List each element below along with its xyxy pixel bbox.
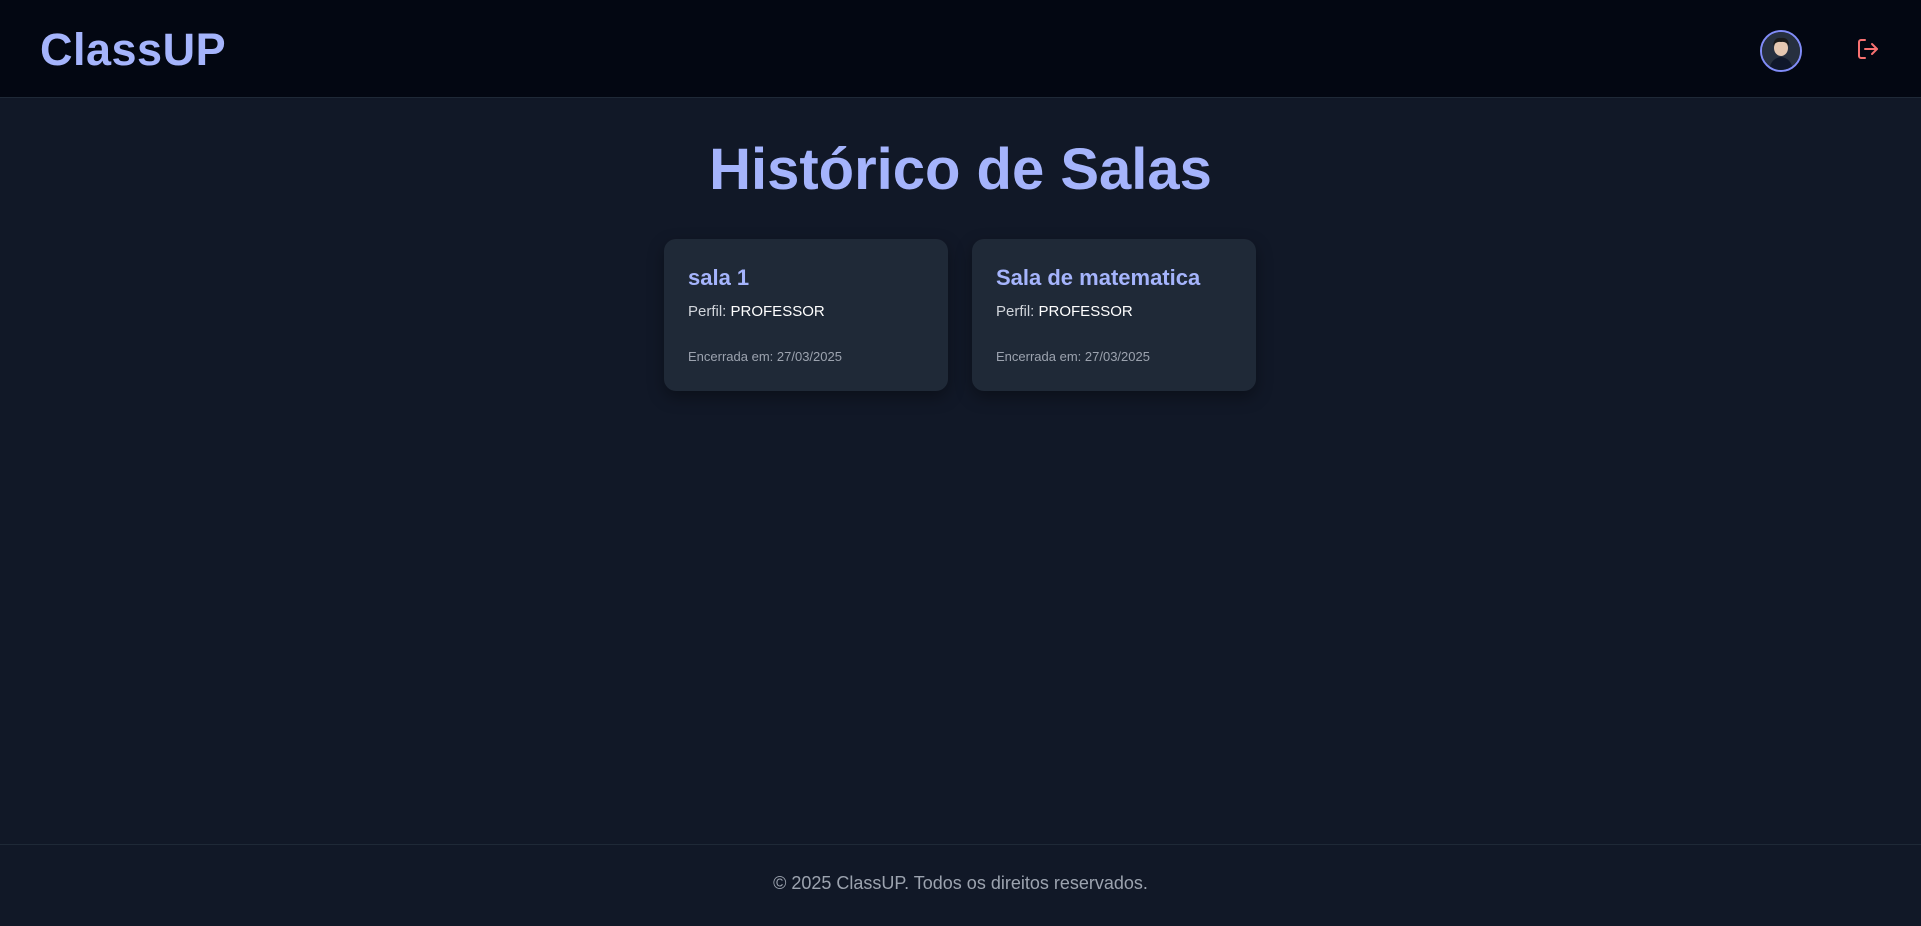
profile-label: Perfil:	[688, 303, 727, 320]
room-name: sala 1	[688, 265, 750, 290]
top-header: ClassUP	[0, 0, 1921, 98]
room-profile: Perfil: PROFESSOR	[996, 303, 1232, 320]
profile-label: Perfil:	[996, 303, 1035, 320]
room-card[interactable]: Sala de matematica Perfil: PROFESSOR Enc…	[972, 239, 1256, 391]
closed-label: Encerrada em:	[688, 349, 774, 364]
room-name: Sala de matematica	[996, 265, 1201, 290]
page-title: Histórico de Salas	[709, 137, 1212, 202]
room-closed-date: Encerrada em: 27/03/2025	[996, 349, 1150, 364]
logout-button[interactable]	[1856, 37, 1880, 61]
room-card[interactable]: sala 1 Perfil: PROFESSOR Encerrada em: 2…	[664, 239, 948, 391]
logout-icon	[1858, 39, 1878, 59]
page: ClassUP Histórico de Salas sala 1 Perfil…	[0, 0, 1921, 926]
copyright-text: © 2025 ClassUP. Todos os direitos reserv…	[773, 873, 1148, 893]
closed-date: 27/03/2025	[1084, 349, 1150, 364]
app-logo[interactable]: ClassUP	[40, 24, 226, 76]
room-history-list: sala 1 Perfil: PROFESSOR Encerrada em: 2…	[664, 239, 1256, 391]
room-closed-date: Encerrada em: 27/03/2025	[688, 349, 842, 364]
avatar-icon	[1762, 32, 1800, 70]
room-profile: Perfil: PROFESSOR	[688, 303, 924, 320]
closed-label: Encerrada em:	[996, 349, 1082, 364]
profile-value: PROFESSOR	[1038, 303, 1133, 320]
closed-date: 27/03/2025	[776, 349, 842, 364]
profile-value: PROFESSOR	[730, 303, 825, 320]
user-avatar[interactable]	[1760, 30, 1802, 72]
page-footer: © 2025 ClassUP. Todos os direitos reserv…	[0, 844, 1921, 926]
